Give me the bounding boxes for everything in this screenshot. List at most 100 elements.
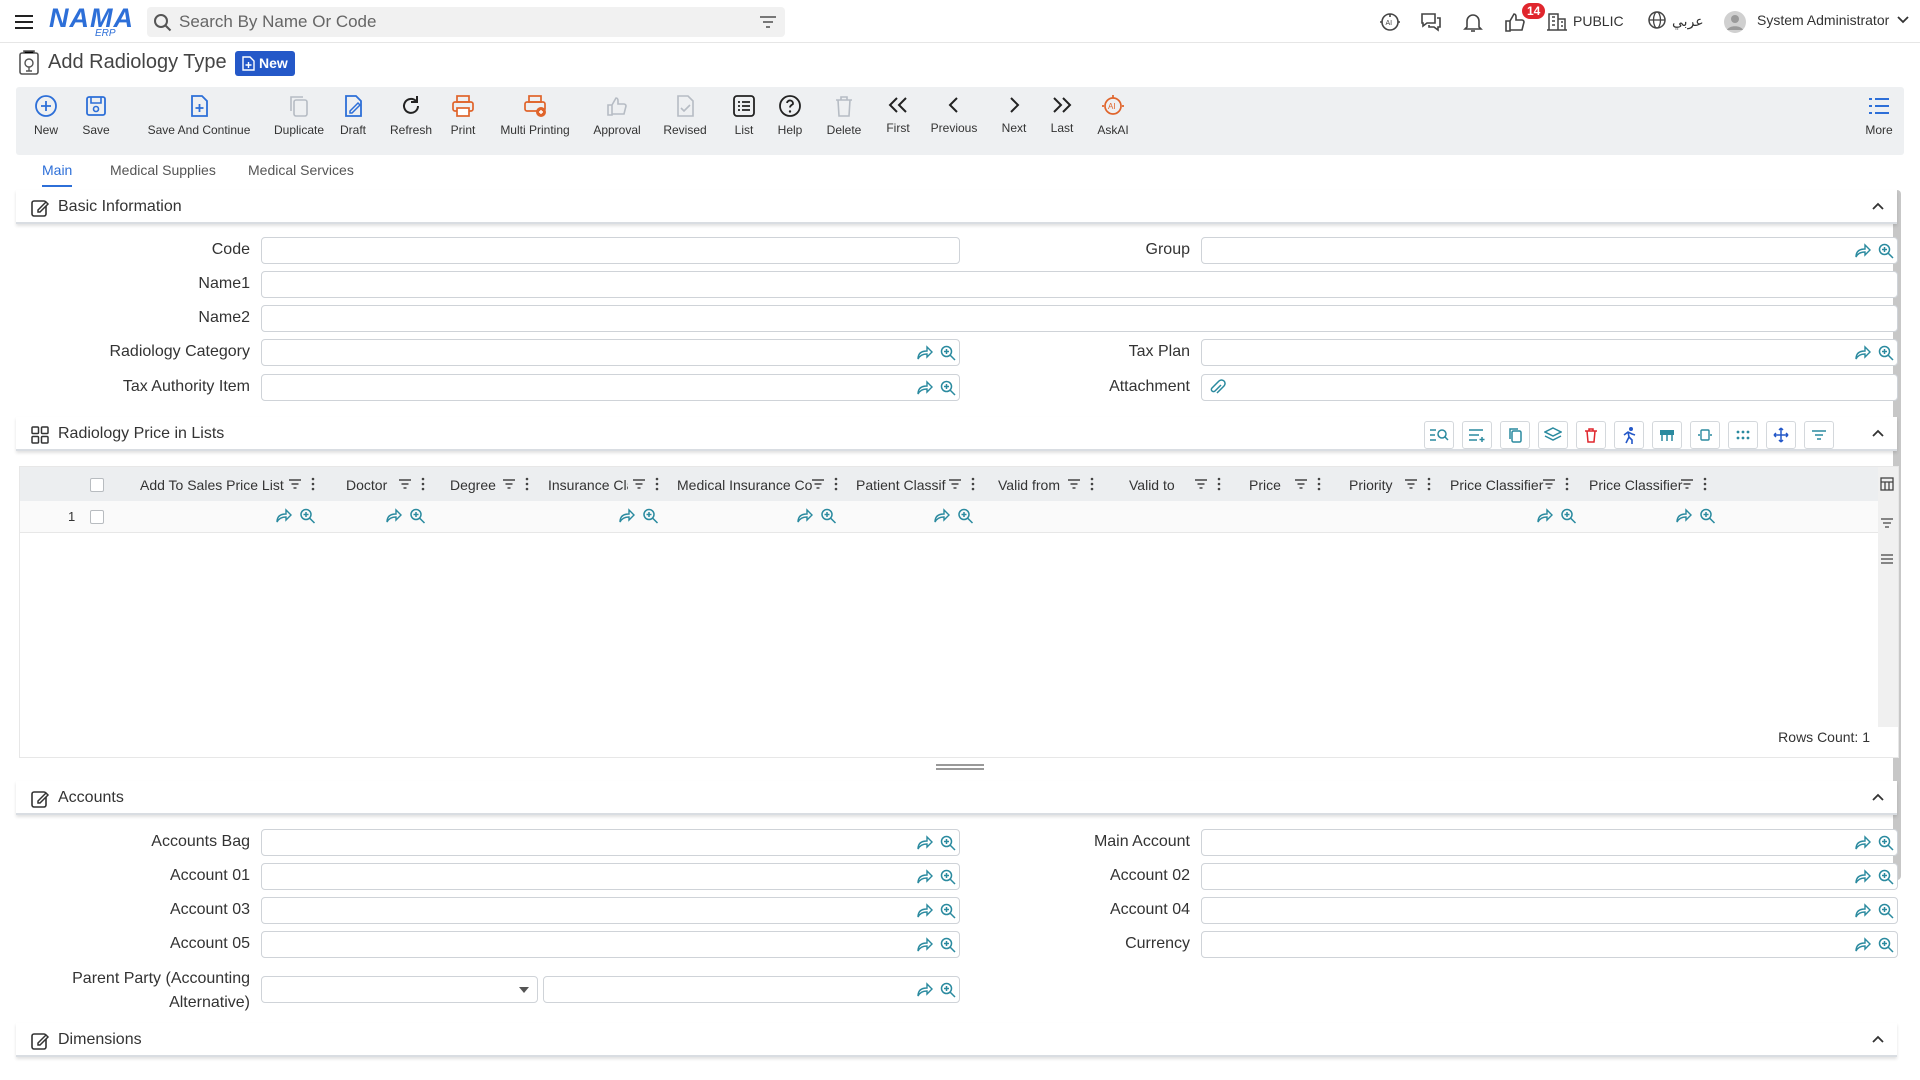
section-accounts[interactable]: Accounts [16, 781, 1897, 815]
grid-filter-button[interactable] [1804, 421, 1834, 449]
first-record-button[interactable]: First [880, 93, 916, 135]
share-icon[interactable] [915, 981, 933, 999]
lookup-search-icon[interactable] [939, 981, 957, 999]
save-button[interactable]: Save [76, 93, 116, 137]
lookup-search-icon[interactable] [1877, 902, 1895, 920]
multi-printing-button[interactable]: Multi Printing [492, 93, 578, 137]
lookup-search-icon[interactable] [939, 936, 957, 954]
chevron-up-icon[interactable] [1871, 1033, 1885, 1045]
paperclip-icon[interactable] [1208, 379, 1226, 397]
list-button[interactable]: List [727, 93, 761, 137]
column-filter-icon[interactable] [1194, 477, 1224, 491]
table-row[interactable]: 1 [20, 501, 1880, 533]
main-account-input[interactable] [1201, 829, 1898, 856]
lookup-search-icon[interactable] [1877, 344, 1895, 362]
grid-dots-button[interactable] [1728, 421, 1758, 449]
column-filter-icon[interactable] [811, 477, 841, 491]
name1-input[interactable] [261, 271, 1898, 298]
tax-plan-input[interactable] [1201, 339, 1898, 366]
section-basic-information[interactable]: Basic Information [16, 190, 1897, 224]
lookup-search-icon[interactable] [1877, 242, 1895, 260]
print-button[interactable]: Print [445, 93, 481, 137]
column-filter-icon[interactable] [398, 477, 428, 491]
column-filter-icon[interactable] [632, 477, 662, 491]
lookup-search-icon[interactable] [1877, 868, 1895, 886]
chevron-down-icon[interactable] [1895, 12, 1919, 36]
share-icon[interactable] [1853, 868, 1871, 886]
column-filter-icon[interactable] [1294, 477, 1324, 491]
bell-icon[interactable] [1461, 10, 1485, 34]
chevron-up-icon[interactable] [1871, 427, 1885, 439]
name2-input[interactable] [261, 305, 1898, 332]
next-record-button[interactable]: Next [996, 93, 1032, 135]
filter-panel-icon[interactable] [1880, 517, 1894, 529]
lookup-search-icon[interactable] [939, 344, 957, 362]
currency-input[interactable] [1201, 931, 1898, 958]
row-lookup-actions[interactable] [275, 507, 317, 525]
language-switch[interactable]: عربي [1672, 13, 1704, 30]
tab-main[interactable]: Main [42, 162, 73, 187]
new-button[interactable]: New [30, 93, 62, 137]
column-header[interactable]: Price [1249, 477, 1299, 493]
lookup-search-icon[interactable] [939, 902, 957, 920]
tab-medical-supplies[interactable]: Medical Supplies [110, 162, 216, 178]
hamburger-menu-icon[interactable] [12, 10, 36, 34]
column-filter-icon[interactable] [1542, 477, 1572, 491]
approval-button[interactable]: Approval [588, 93, 646, 137]
share-icon[interactable] [1853, 902, 1871, 920]
grid-move-button[interactable] [1766, 421, 1796, 449]
delete-button[interactable]: Delete [822, 93, 866, 137]
column-header[interactable]: Degree [450, 477, 505, 493]
code-input[interactable] [261, 237, 960, 264]
column-header[interactable]: Doctor [346, 477, 406, 493]
share-icon[interactable] [1853, 936, 1871, 954]
lookup-search-icon[interactable] [939, 868, 957, 886]
share-icon[interactable] [1853, 344, 1871, 362]
select-all-checkbox[interactable] [90, 478, 104, 492]
resize-handle[interactable] [936, 764, 984, 770]
column-filter-icon[interactable] [1067, 477, 1097, 491]
column-filter-icon[interactable] [288, 477, 318, 491]
account-03-input[interactable] [261, 897, 960, 924]
account-04-input[interactable] [1201, 897, 1898, 924]
ai-assistant-icon[interactable]: AI [1378, 10, 1402, 34]
parent-party-input[interactable] [543, 976, 960, 1003]
grid-search-button[interactable] [1424, 421, 1454, 449]
column-filter-icon[interactable] [502, 477, 532, 491]
column-header[interactable]: Insurance Cla [548, 477, 628, 493]
grid-delete-button[interactable] [1576, 421, 1606, 449]
share-icon[interactable] [915, 868, 933, 886]
column-header[interactable]: Add To Sales Price List [140, 477, 285, 493]
tax-authority-item-input[interactable] [261, 374, 960, 401]
column-filter-icon[interactable] [1404, 477, 1434, 491]
lookup-search-icon[interactable] [1877, 834, 1895, 852]
menu-panel-icon[interactable] [1880, 553, 1894, 565]
column-header[interactable]: Patient Classif [856, 477, 951, 493]
grid-add-row-button[interactable] [1462, 421, 1492, 449]
save-and-continue-button[interactable]: Save And Continue [130, 93, 268, 137]
row-lookup-actions[interactable] [618, 507, 660, 525]
chevron-up-icon[interactable] [1871, 200, 1885, 212]
previous-record-button[interactable]: Previous [926, 93, 982, 135]
grid-fit-button[interactable] [1690, 421, 1720, 449]
columns-icon[interactable] [1880, 477, 1894, 491]
search-input[interactable] [179, 11, 739, 33]
row-lookup-actions[interactable] [796, 507, 838, 525]
tab-medical-services[interactable]: Medical Services [248, 162, 354, 178]
askai-button[interactable]: AI AskAI [1092, 93, 1134, 137]
lookup-search-icon[interactable] [1877, 936, 1895, 954]
row-lookup-actions[interactable] [933, 507, 975, 525]
refresh-button[interactable]: Refresh [383, 93, 439, 137]
globe-icon[interactable] [1647, 10, 1671, 34]
share-icon[interactable] [1853, 834, 1871, 852]
search-filter-icon[interactable] [759, 14, 777, 30]
parent-party-type-select[interactable] [261, 976, 538, 1003]
row-lookup-actions[interactable] [1536, 507, 1578, 525]
section-dimensions[interactable]: Dimensions [16, 1023, 1897, 1057]
share-icon[interactable] [915, 936, 933, 954]
column-header[interactable]: Medical Insurance Co [677, 477, 812, 493]
revised-button[interactable]: Revised [658, 93, 712, 137]
draft-button[interactable]: Draft [328, 93, 378, 137]
column-filter-icon[interactable] [1680, 477, 1710, 491]
share-icon[interactable] [915, 344, 933, 362]
